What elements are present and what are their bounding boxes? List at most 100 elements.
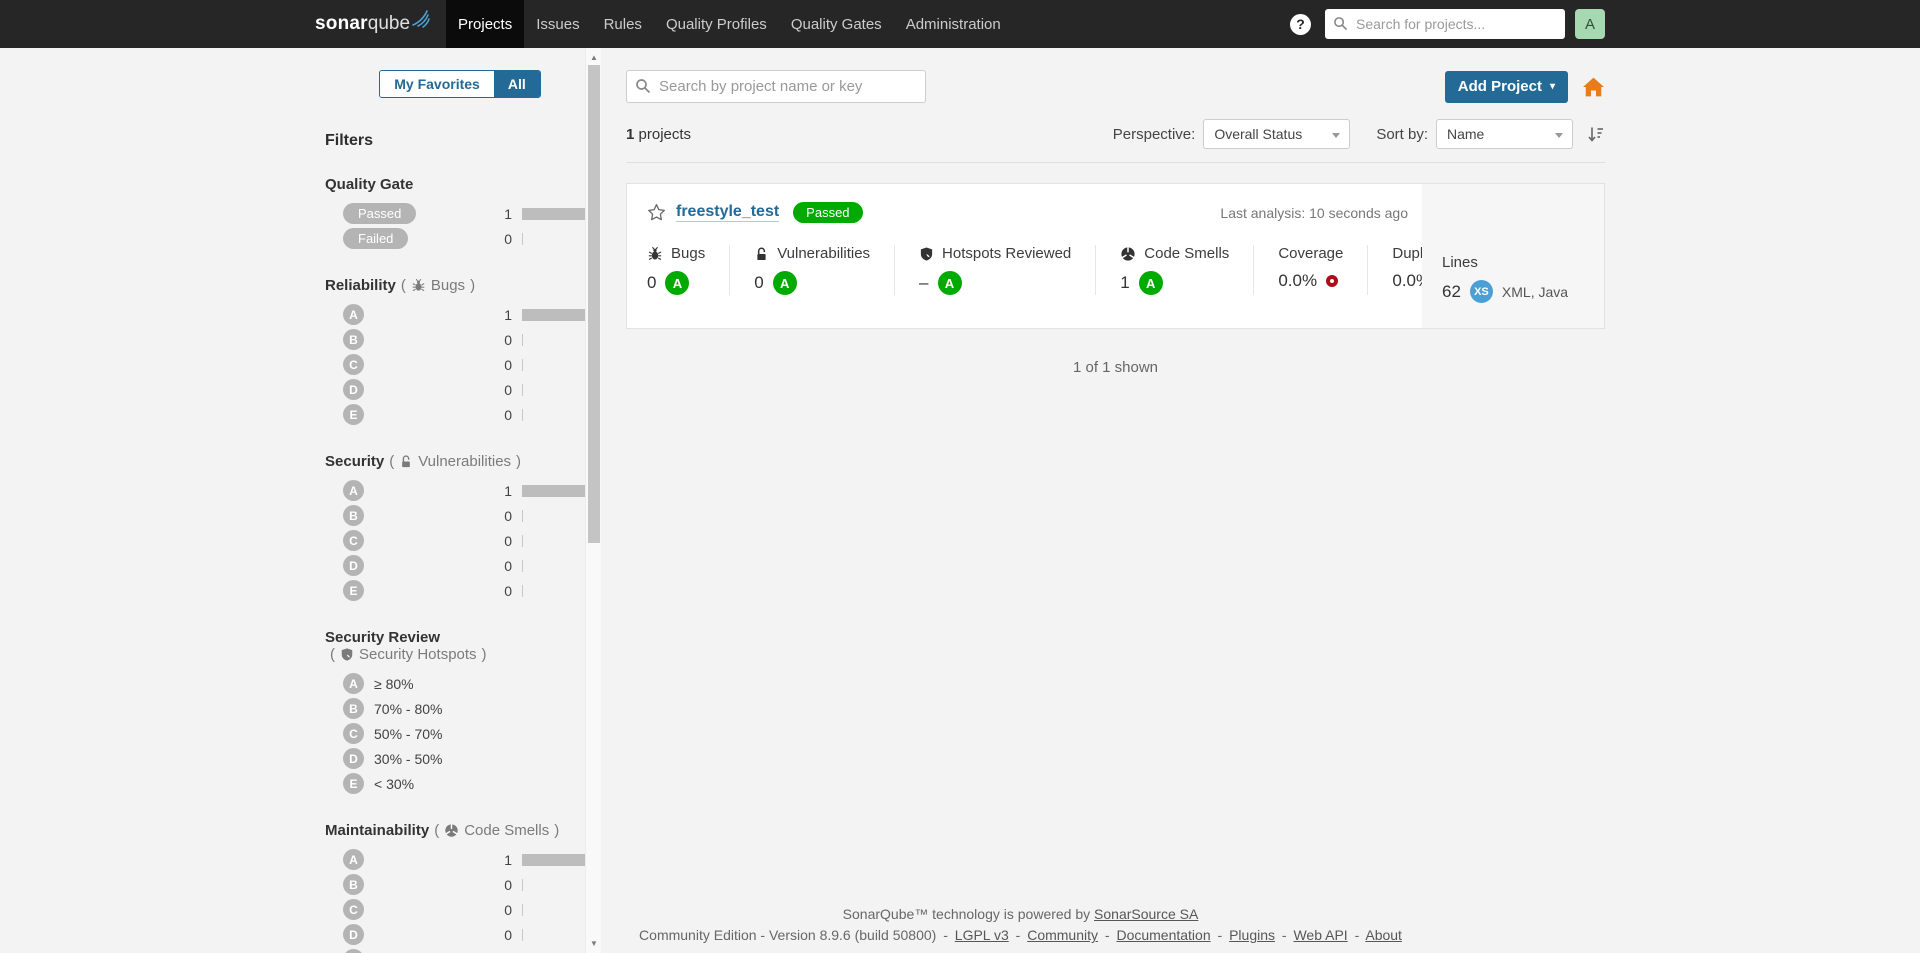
facet-sublabel: Vulnerabilities (418, 453, 512, 470)
measure-value[interactable]: 0 (647, 273, 656, 293)
facet-row-rating-b[interactable]: B 70% - 80% (325, 696, 595, 721)
footer-link-lgpl[interactable]: LGPL v3 (955, 927, 1009, 943)
measure-value[interactable]: 0 (754, 273, 763, 293)
facet-bar (522, 358, 586, 371)
my-favorites-button[interactable]: My Favorites (380, 71, 494, 97)
lines-label: Lines (1442, 254, 1478, 271)
bug-icon (647, 246, 663, 262)
facet-row-rating-d[interactable]: D 0 (325, 377, 595, 402)
measure-label: Vulnerabilities (777, 245, 871, 262)
facet-count: 0 (504, 557, 512, 574)
facet-row-rating-b[interactable]: B 0 (325, 327, 595, 352)
filters-sidebar: My Favorites All Filters Quality Gate Pa… (315, 48, 605, 953)
facet-row-rating-c[interactable]: C 0 (325, 528, 595, 553)
projects-main: Add Project ▾ 1 projects Perspective: Ov… (626, 48, 1605, 953)
facet-row-rating-a[interactable]: A ≥ 80% (325, 671, 595, 696)
facet-bar (522, 853, 586, 866)
rating-badge-a[interactable]: A (1138, 271, 1163, 295)
footer-link-plugins[interactable]: Plugins (1229, 927, 1275, 943)
facet-title-reliability[interactable]: Reliability ( Bugs) (325, 277, 595, 294)
facet-row-rating-e[interactable]: E 0 (325, 402, 595, 427)
measure-label: Hotspots Reviewed (942, 245, 1072, 262)
nav-item-issues[interactable]: Issues (524, 0, 591, 48)
project-name-link[interactable]: freestyle_test (676, 203, 780, 222)
rating-e-badge: E (343, 580, 364, 601)
home-icon[interactable] (1582, 76, 1605, 98)
footer-link-documentation[interactable]: Documentation (1116, 927, 1210, 943)
facet-count: 0 (504, 406, 512, 423)
footer-separator: - (1354, 927, 1360, 944)
facet-row-rating-d[interactable]: D 0 (325, 922, 595, 947)
footer-link-community[interactable]: Community (1027, 927, 1098, 943)
nav-item-administration[interactable]: Administration (894, 0, 1013, 48)
rating-badge-a[interactable]: A (665, 271, 690, 295)
facet-row-rating-b[interactable]: B 0 (325, 503, 595, 528)
scroll-up-icon[interactable]: ▲ (586, 50, 602, 65)
footer-sonarsource-link[interactable]: SonarSource SA (1094, 906, 1198, 922)
nav-item-rules[interactable]: Rules (592, 0, 654, 48)
facet-title-text: Reliability (325, 277, 396, 294)
favorite-star-icon[interactable] (647, 203, 666, 222)
footer-link-web-api[interactable]: Web API (1293, 927, 1347, 943)
help-icon[interactable]: ? (1290, 13, 1311, 35)
measure-coverage: Coverage 0.0% (1254, 245, 1369, 295)
facet-row-rating-e[interactable]: E < 30% (325, 771, 595, 796)
global-search-input[interactable] (1325, 9, 1565, 39)
rating-b-badge: B (343, 329, 364, 350)
facet-row-failed[interactable]: Failed 0 (325, 226, 595, 251)
facet-row-passed[interactable]: Passed 1 (325, 201, 595, 226)
facet-row-rating-c[interactable]: C 50% - 70% (325, 721, 595, 746)
facet-title-security[interactable]: Security ( Vulnerabilities ) (325, 453, 595, 470)
sonarqube-logo[interactable]: sonar qube (315, 0, 446, 48)
facet-row-rating-b[interactable]: B 0 (325, 872, 595, 897)
sonarqube-swoosh-icon (412, 10, 432, 28)
facet-row-rating-a[interactable]: A 1 (325, 302, 595, 327)
all-projects-button[interactable]: All (493, 71, 540, 97)
user-avatar[interactable]: A (1575, 9, 1605, 39)
sort-direction-icon[interactable] (1587, 125, 1605, 143)
facet-row-rating-e[interactable]: E 0 (325, 578, 595, 603)
rating-c-badge: C (343, 723, 364, 744)
facet-count: 0 (504, 230, 512, 247)
paren: ) (481, 646, 487, 663)
project-search-input[interactable] (626, 70, 926, 103)
rating-d-badge: D (343, 924, 364, 945)
perspective-select[interactable]: Overall Status (1203, 119, 1351, 149)
measure-label: Coverage (1278, 245, 1344, 262)
favorites-toggle: My Favorites All (379, 70, 541, 98)
nav-item-projects[interactable]: Projects (446, 0, 525, 48)
facet-title-maintainability[interactable]: Maintainability ( Code Smells ) (325, 822, 595, 839)
measure-value[interactable]: 0.0% (1278, 271, 1317, 291)
sort-value: Name (1447, 126, 1485, 142)
nav-item-quality-profiles[interactable]: Quality Profiles (654, 0, 779, 48)
perspective-value: Overall Status (1214, 126, 1303, 142)
facet-row-rating-a[interactable]: A 1 (325, 478, 595, 503)
facet-range-label: < 30% (374, 775, 415, 792)
scroll-down-icon[interactable]: ▼ (586, 936, 602, 951)
facet-row-rating-c[interactable]: C 0 (325, 352, 595, 377)
facet-bar (522, 232, 586, 245)
facet-title-quality-gate[interactable]: Quality Gate (325, 176, 595, 193)
facet-row-rating-a[interactable]: A 1 (325, 847, 595, 872)
perspective-label: Perspective: (1112, 125, 1196, 143)
measure-label: Code Smells (1144, 245, 1230, 262)
rating-badge-a[interactable]: A (937, 271, 962, 295)
lines-panel: Lines 62 XS XML, Java (1422, 184, 1604, 328)
facet-row-rating-e[interactable]: E 0 (325, 947, 595, 953)
facet-title-security-review[interactable]: Security Review ( Security Hotspots ) (325, 629, 595, 663)
facet-row-rating-c[interactable]: C 0 (325, 897, 595, 922)
coverage-ring-icon[interactable] (1326, 275, 1339, 287)
rating-badge-a[interactable]: A (772, 271, 797, 295)
facet-row-rating-d[interactable]: D 30% - 50% (325, 746, 595, 771)
nav-item-quality-gates[interactable]: Quality Gates (779, 0, 894, 48)
facet-row-rating-d[interactable]: D 0 (325, 553, 595, 578)
brand-text-sonar: sonar (315, 13, 368, 34)
facet-count: 0 (504, 926, 512, 943)
footer-link-about[interactable]: About (1365, 927, 1402, 943)
add-project-button[interactable]: Add Project ▾ (1444, 70, 1568, 103)
measure-value[interactable]: 1 (1120, 273, 1129, 293)
sidebar-scrollbar[interactable]: ▲ ▼ (585, 48, 601, 953)
measure-value[interactable]: – (919, 273, 928, 293)
scrollbar-thumb[interactable] (588, 65, 600, 543)
sort-select[interactable]: Name (1436, 119, 1573, 149)
